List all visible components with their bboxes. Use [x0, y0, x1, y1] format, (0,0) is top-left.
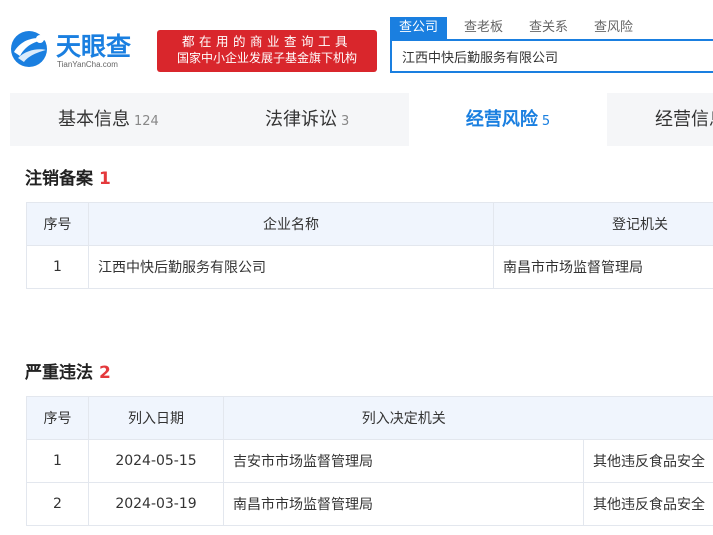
search-tab-relation[interactable]: 查关系 [520, 17, 577, 39]
search-box [390, 39, 713, 73]
site-header: 天眼查 TianYanCha.com 都在用的商业查询工具 国家中小企业发展子基… [0, 0, 713, 93]
search-tab-risk[interactable]: 查风险 [585, 17, 642, 39]
search-input[interactable] [392, 41, 713, 71]
table-row: 1 江西中快后勤服务有限公司 南昌市市场监督管理局 [26, 245, 713, 289]
col-header-company-name: 企业名称 [88, 202, 494, 246]
cell-decision-authority: 南昌市市场监督管理局 [223, 482, 584, 526]
col-header-index: 序号 [26, 396, 89, 440]
search-tab-boss[interactable]: 查老板 [455, 17, 512, 39]
logo-name: 天眼查 [56, 32, 132, 61]
slogan-line2: 国家中小企业发展子基金旗下机构 [176, 51, 357, 65]
cell-index: 1 [26, 439, 89, 483]
logo-mark-icon [11, 31, 48, 67]
search-tab-company[interactable]: 查公司 [390, 17, 448, 39]
tab-basic-info[interactable]: 基本信息 124 [58, 93, 159, 146]
cell-index: 1 [26, 245, 89, 289]
tab-count: 3 [341, 114, 350, 129]
col-header-reason [583, 396, 713, 440]
section-title-text: 注销备案 [25, 169, 93, 189]
col-header-registration-authority: 登记机关 [493, 202, 713, 246]
table-header-row: 序号 列入日期 列入决定机关 [26, 396, 713, 440]
serious-violation-table: 序号 列入日期 列入决定机关 1 2024-05-15 吉安市市场监督管理局 其… [26, 396, 713, 526]
logo-domain: TianYanCha.com [57, 60, 118, 69]
tab-label: 基本信息 [58, 109, 130, 130]
tab-label: 法律诉讼 [265, 109, 337, 130]
tab-count: 5 [541, 114, 551, 129]
section-title-serious-violation: 严重违法 2 [25, 358, 111, 383]
cell-list-date: 2024-03-19 [88, 482, 224, 526]
cell-reason: 其他违反食品安全 [583, 482, 713, 526]
table-row: 1 2024-05-15 吉安市市场监督管理局 其他违反食品安全 [26, 439, 713, 483]
deregistration-table: 序号 企业名称 登记机关 1 江西中快后勤服务有限公司 南昌市市场监督管理局 [26, 202, 713, 289]
tianyancha-logo[interactable]: 天眼查 TianYanCha.com [8, 26, 148, 74]
tab-label: 经营信息 [655, 109, 713, 130]
section-count: 1 [99, 169, 111, 189]
slogan-line1: 都在用的商业查询工具 [181, 34, 352, 49]
table-row: 2 2024-03-19 南昌市市场监督管理局 其他违反食品安全 [26, 482, 713, 526]
section-count: 2 [99, 363, 111, 383]
search-type-tabs: 查公司 查老板 查关系 查风险 [390, 17, 650, 39]
col-header-decision-authority: 列入决定机关 [223, 396, 584, 440]
tab-operating-info[interactable]: 经营信息 [655, 93, 713, 146]
cell-index: 2 [26, 482, 89, 526]
section-title-text: 严重违法 [25, 363, 93, 383]
cell-reason: 其他违反食品安全 [583, 439, 713, 483]
tab-operating-risk[interactable]: 经营风险 5 [409, 93, 607, 146]
table-header-row: 序号 企业名称 登记机关 [26, 202, 713, 246]
cell-list-date: 2024-05-15 [88, 439, 224, 483]
col-header-list-date: 列入日期 [88, 396, 224, 440]
cell-company-name[interactable]: 江西中快后勤服务有限公司 [88, 245, 494, 289]
company-nav-tabs: 基本信息 124 法律诉讼 3 经营风险5 经营信息 [10, 93, 713, 146]
tab-count: 124 [134, 114, 159, 129]
cell-decision-authority: 吉安市市场监督管理局 [223, 439, 584, 483]
tab-label: 经营风险 [465, 109, 538, 130]
tab-legal-litigation[interactable]: 法律诉讼 3 [265, 93, 349, 146]
slogan-banner: 都在用的商业查询工具 国家中小企业发展子基金旗下机构 [157, 30, 377, 72]
section-title-deregistration: 注销备案 1 [25, 164, 111, 189]
col-header-index: 序号 [26, 202, 89, 246]
cell-registration-authority: 南昌市市场监督管理局 [493, 245, 713, 289]
